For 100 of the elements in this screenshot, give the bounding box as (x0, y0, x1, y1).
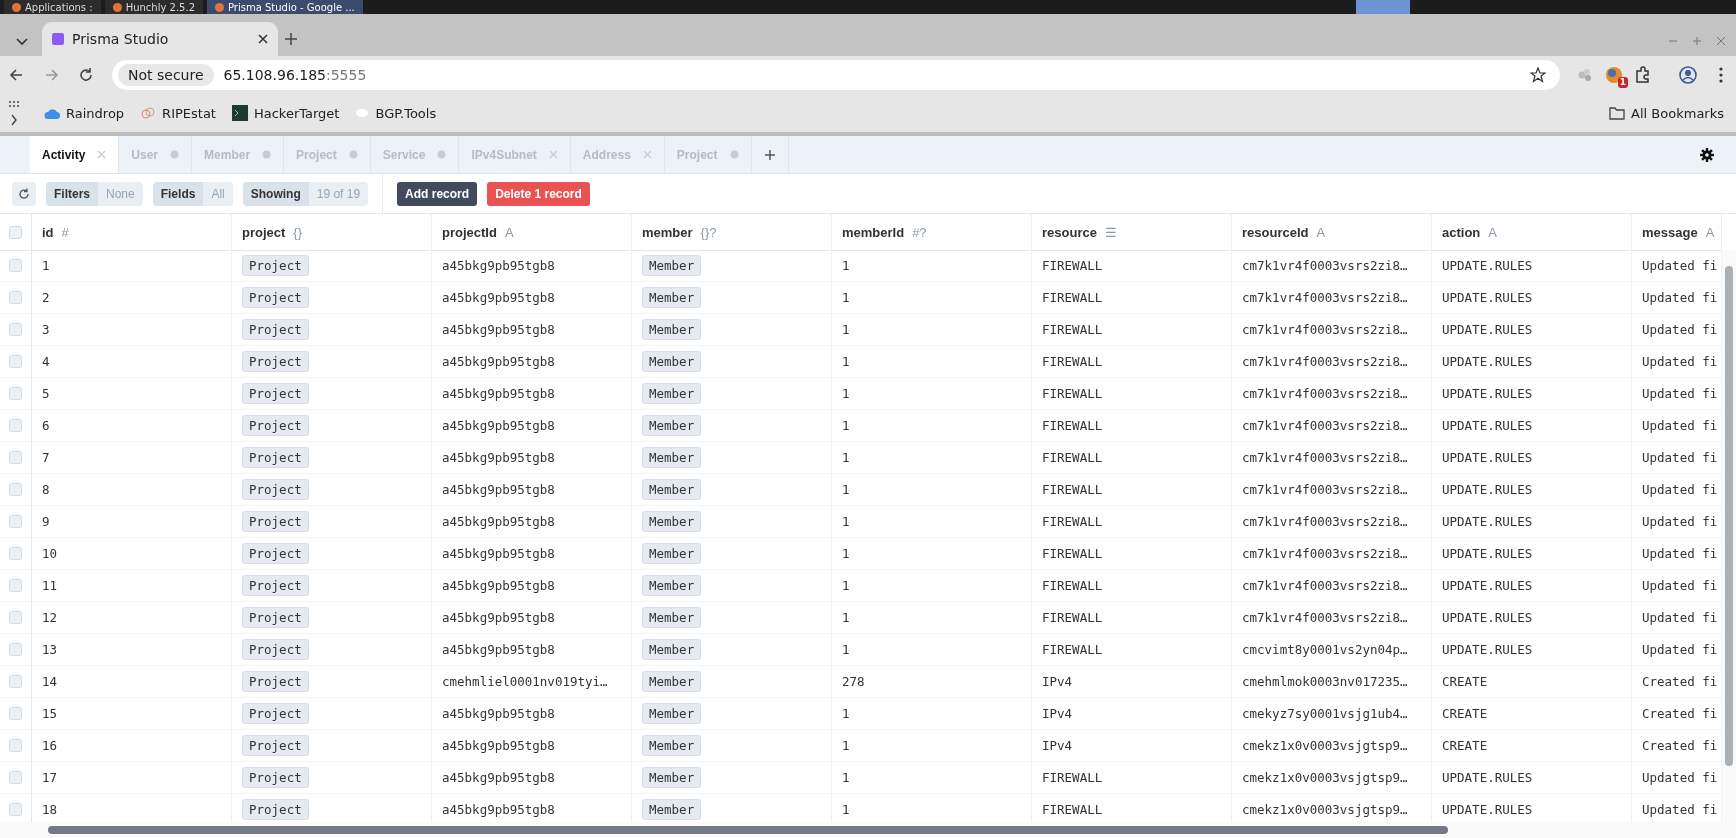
bookmark-item[interactable]: All Bookmarks (1609, 105, 1724, 121)
row-checkbox[interactable] (9, 771, 22, 784)
relation-chip[interactable]: Member (642, 479, 702, 500)
apps-icon[interactable] (8, 100, 20, 108)
bookmark-item[interactable]: Raindrop (44, 105, 125, 121)
relation-chip[interactable]: Project (242, 511, 309, 532)
relation-chip[interactable]: Member (642, 447, 702, 468)
row-checkbox[interactable] (9, 675, 22, 688)
bookmark-item[interactable]: HackerTarget (231, 105, 340, 121)
relation-chip[interactable]: Project (242, 735, 309, 756)
relation-chip[interactable]: Project (242, 671, 309, 692)
relation-chip[interactable]: Project (242, 479, 309, 500)
filter-pill[interactable]: Filters None (46, 181, 143, 206)
row-checkbox[interactable] (9, 547, 22, 560)
row-checkbox[interactable] (9, 355, 22, 368)
relation-chip[interactable]: Member (642, 543, 702, 564)
relation-chip[interactable]: Member (642, 575, 702, 596)
relation-chip[interactable]: Member (642, 319, 702, 340)
add-tab-icon[interactable] (763, 148, 776, 161)
profile-icon[interactable] (1678, 65, 1698, 85)
column-header[interactable]: resource ☰ (1032, 214, 1232, 251)
model-tab[interactable]: Activity (30, 136, 120, 173)
chevron-right-icon[interactable] (10, 114, 18, 126)
relation-chip[interactable]: Member (642, 639, 702, 660)
showing-pill[interactable]: Showing 19 of 19 (242, 181, 369, 206)
relation-chip[interactable]: Member (642, 671, 702, 692)
column-header[interactable]: resourceId A (1232, 214, 1432, 251)
row-checkbox[interactable] (9, 739, 22, 752)
close-icon[interactable] (258, 34, 268, 44)
relation-chip[interactable]: Project (242, 255, 309, 276)
column-header[interactable]: message A (1632, 214, 1722, 251)
relation-chip[interactable]: Member (642, 767, 702, 788)
row-checkbox[interactable] (9, 291, 22, 304)
column-header[interactable]: id # (32, 214, 232, 251)
extension-icon[interactable] (1576, 66, 1594, 84)
star-icon[interactable] (1530, 67, 1546, 83)
table-cell: cmehmliel0001nv019tyi… (442, 674, 608, 689)
forward-icon[interactable] (44, 67, 60, 83)
relation-chip[interactable]: Project (242, 383, 309, 404)
new-tab-icon[interactable] (284, 32, 298, 46)
relation-chip[interactable]: Project (242, 607, 309, 628)
row-checkbox[interactable] (9, 259, 22, 272)
row-checkbox[interactable] (9, 643, 22, 656)
refresh-button[interactable] (12, 181, 36, 206)
scrollbar-thumb[interactable] (1725, 266, 1733, 766)
puzzle-icon[interactable] (1634, 66, 1652, 84)
relation-chip[interactable]: Member (642, 799, 702, 820)
extension-button[interactable]: 1 (1600, 61, 1628, 89)
relation-chip[interactable]: Member (642, 735, 702, 756)
taskbar-item[interactable]: Prisma Studio - Google ... (207, 0, 363, 14)
settings-icon[interactable] (1700, 147, 1714, 162)
scrollbar-thumb[interactable] (48, 826, 1448, 834)
bookmark-item[interactable]: BGP.Tools (355, 105, 437, 121)
browser-tab[interactable]: Prisma Studio (42, 22, 278, 56)
row-checkbox[interactable] (9, 707, 22, 720)
reload-icon[interactable] (78, 67, 94, 83)
relation-chip[interactable]: Project (242, 287, 309, 308)
relation-chip[interactable]: Project (242, 575, 309, 596)
relation-chip[interactable]: Member (642, 287, 702, 308)
row-checkbox[interactable] (9, 579, 22, 592)
taskbar-item[interactable]: Applications : (4, 0, 101, 14)
relation-chip[interactable]: Project (242, 415, 309, 436)
relation-chip[interactable]: Project (242, 799, 309, 820)
relation-chip[interactable]: Project (242, 351, 309, 372)
relation-chip[interactable]: Member (642, 351, 702, 372)
select-all-checkbox[interactable] (9, 225, 22, 239)
relation-chip[interactable]: Member (642, 383, 702, 404)
delete-record-button[interactable]: Delete 1 record (487, 181, 590, 206)
relation-chip[interactable]: Member (642, 703, 702, 724)
relation-chip[interactable]: Project (242, 543, 309, 564)
column-header[interactable]: action A (1432, 214, 1632, 251)
row-checkbox[interactable] (9, 515, 22, 528)
relation-chip[interactable]: Project (242, 639, 309, 660)
row-checkbox[interactable] (9, 483, 22, 496)
bookmark-item[interactable]: RIPEstat (140, 105, 216, 121)
relation-chip[interactable]: Member (642, 607, 702, 628)
relation-chip[interactable]: Member (642, 255, 702, 276)
row-checkbox[interactable] (9, 611, 22, 624)
security-chip[interactable]: Not secure (118, 64, 214, 86)
row-checkbox[interactable] (9, 419, 22, 432)
relation-chip[interactable]: Project (242, 447, 309, 468)
column-header[interactable]: projectId A (432, 214, 632, 251)
fields-pill[interactable]: Fields All (152, 181, 233, 206)
back-icon[interactable] (8, 67, 24, 83)
column-header[interactable]: project {} (232, 214, 432, 251)
row-checkbox[interactable] (9, 451, 22, 464)
column-header[interactable]: memberId #? (832, 214, 1032, 251)
relation-chip[interactable]: Member (642, 511, 702, 532)
relation-chip[interactable]: Project (242, 703, 309, 724)
column-header[interactable]: member {}? (632, 214, 832, 251)
row-checkbox[interactable] (9, 387, 22, 400)
taskbar-item[interactable]: Hunchly 2.5.2 (104, 0, 203, 14)
address-bar[interactable]: Not secure 65.108.96.185:5555 (112, 60, 1560, 90)
relation-chip[interactable]: Project (242, 319, 309, 340)
maximize-icon[interactable] (1692, 36, 1702, 46)
add-record-button[interactable]: Add record (397, 181, 478, 206)
relation-chip[interactable]: Member (642, 415, 702, 436)
row-checkbox[interactable] (9, 803, 22, 816)
row-checkbox[interactable] (9, 323, 22, 336)
relation-chip[interactable]: Project (242, 767, 309, 788)
